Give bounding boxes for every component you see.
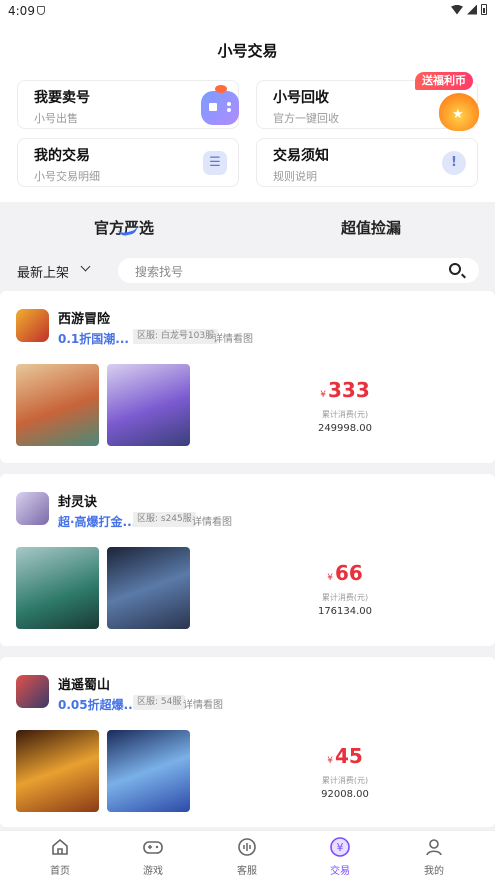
nav-games[interactable]: 游戏 bbox=[123, 836, 183, 877]
gamepad-icon bbox=[201, 85, 239, 125]
home-icon bbox=[49, 836, 71, 858]
system-icons bbox=[451, 4, 487, 15]
screenshot-thumb[interactable] bbox=[107, 547, 190, 629]
page-title: 小号交易 bbox=[217, 42, 278, 60]
price: ¥45 bbox=[327, 744, 363, 768]
battery-icon bbox=[481, 4, 487, 15]
screenshot-thumb[interactable] bbox=[107, 364, 190, 446]
server-badge: 区服: 54服 bbox=[133, 695, 186, 710]
card-subtitle: 规则说明 bbox=[273, 170, 317, 183]
signal-icon bbox=[467, 4, 477, 15]
listing-card[interactable]: 封灵诀 超·高爆打金... 区服: s245服 详情看图 ¥66 累计消费(元)… bbox=[0, 474, 495, 646]
screenshot-thumb[interactable] bbox=[16, 364, 99, 446]
listing-card[interactable]: 逍遥蜀山 0.05折超爆... 区服: 54服 详情看图 ¥45 累计消费(元)… bbox=[0, 657, 495, 827]
details-hint: 详情看图 bbox=[183, 700, 223, 711]
tab-bargain[interactable]: 超值捡漏 bbox=[341, 217, 401, 238]
price: ¥66 bbox=[327, 561, 363, 585]
card-title: 我要卖号 bbox=[34, 90, 90, 106]
recycle-card[interactable]: 小号回收 官方一键回收 ★ 送福利币 bbox=[256, 72, 479, 131]
gamepad-icon bbox=[142, 836, 164, 858]
trade-rules-card[interactable]: 交易须知 规则说明 ! bbox=[256, 138, 478, 187]
app-root: 4:09 小号交易 我要卖号 小号出售 小号回收 官方一键回收 ★ 送福利币 我… bbox=[0, 0, 495, 880]
card-title: 我的交易 bbox=[34, 148, 90, 164]
nav-label: 客服 bbox=[237, 866, 257, 877]
trade-icon: ¥ bbox=[329, 836, 351, 858]
card-subtitle: 小号交易明细 bbox=[34, 170, 100, 183]
filter-bar: 最新上架 搜索找号 bbox=[0, 249, 495, 291]
nav-trade[interactable]: ¥ 交易 bbox=[310, 836, 370, 877]
user-icon bbox=[423, 836, 445, 858]
status-bar: 4:09 bbox=[0, 0, 495, 22]
sort-dropdown[interactable]: 最新上架 bbox=[17, 262, 69, 281]
details-hint: 详情看图 bbox=[192, 517, 232, 528]
status-time: 4:09 bbox=[8, 4, 35, 18]
spent-label: 累计消费(元) bbox=[321, 593, 369, 602]
search-icon[interactable] bbox=[449, 263, 461, 275]
nav-label: 我的 bbox=[424, 866, 444, 877]
chevron-down-icon[interactable] bbox=[80, 261, 91, 272]
nav-service[interactable]: 客服 bbox=[217, 836, 277, 877]
card-subtitle: 官方一键回收 bbox=[273, 112, 339, 125]
spent-label: 累计消费(元) bbox=[321, 776, 369, 785]
shield-icon bbox=[37, 6, 45, 15]
list-icon: ☰ bbox=[203, 151, 227, 175]
spent-label: 累计消费(元) bbox=[321, 410, 369, 419]
spent-value: 176134.00 bbox=[317, 606, 373, 617]
tab-bar: 官方严选 超值捡漏 bbox=[0, 202, 495, 249]
nav-home[interactable]: 首页 bbox=[30, 836, 90, 877]
info-icon: ! bbox=[442, 151, 466, 175]
listing-card[interactable]: 西游冒险 0.1折国潮... 区服: 白龙号103服 详情看图 ¥333 累计消… bbox=[0, 291, 495, 463]
search-placeholder: 搜索找号 bbox=[135, 265, 184, 279]
nav-label: 交易 bbox=[330, 866, 350, 877]
spent-value: 92008.00 bbox=[321, 789, 369, 800]
details-hint: 详情看图 bbox=[213, 334, 253, 345]
game-icon bbox=[16, 675, 49, 708]
sell-account-card[interactable]: 我要卖号 小号出售 bbox=[17, 80, 239, 129]
game-name: 逍遥蜀山 bbox=[58, 678, 111, 693]
server-badge: 区服: 白龙号103服 bbox=[133, 329, 219, 344]
coin-bag-icon: ★ bbox=[439, 93, 479, 131]
wifi-icon bbox=[451, 4, 463, 15]
card-title: 小号回收 bbox=[273, 90, 329, 106]
price-value: 45 bbox=[334, 744, 363, 768]
search-input[interactable]: 搜索找号 bbox=[118, 258, 479, 283]
server-badge: 区服: s245服 bbox=[133, 512, 196, 527]
price: ¥333 bbox=[320, 378, 370, 402]
game-name: 西游冒险 bbox=[58, 312, 111, 327]
nav-label: 首页 bbox=[50, 866, 70, 877]
nav-profile[interactable]: 我的 bbox=[404, 836, 464, 877]
svg-text:¥: ¥ bbox=[337, 841, 344, 854]
screenshot-thumb[interactable] bbox=[16, 547, 99, 629]
game-desc: 0.1折国潮... bbox=[58, 332, 129, 346]
game-desc: 0.05折超爆... bbox=[58, 698, 138, 712]
price-value: 66 bbox=[334, 561, 363, 585]
game-name: 封灵诀 bbox=[58, 495, 98, 510]
bottom-nav: 首页 游戏 客服 ¥ 交易 我的 bbox=[0, 830, 495, 880]
headset-icon bbox=[236, 836, 258, 858]
card-subtitle: 小号出售 bbox=[34, 112, 78, 125]
header-area: 小号交易 我要卖号 小号出售 小号回收 官方一键回收 ★ 送福利币 我的交易 小… bbox=[0, 22, 495, 202]
bonus-badge: 送福利币 bbox=[415, 72, 473, 90]
my-trades-card[interactable]: 我的交易 小号交易明细 ☰ bbox=[17, 138, 239, 187]
screenshot-thumb[interactable] bbox=[16, 730, 99, 812]
game-icon bbox=[16, 492, 49, 525]
game-desc: 超·高爆打金... bbox=[58, 515, 137, 529]
game-icon bbox=[16, 309, 49, 342]
spent-value: 249998.00 bbox=[317, 423, 373, 434]
price-value: 333 bbox=[327, 378, 370, 402]
screenshot-thumb[interactable] bbox=[107, 730, 190, 812]
card-title: 交易须知 bbox=[273, 148, 329, 164]
nav-label: 游戏 bbox=[143, 866, 163, 877]
